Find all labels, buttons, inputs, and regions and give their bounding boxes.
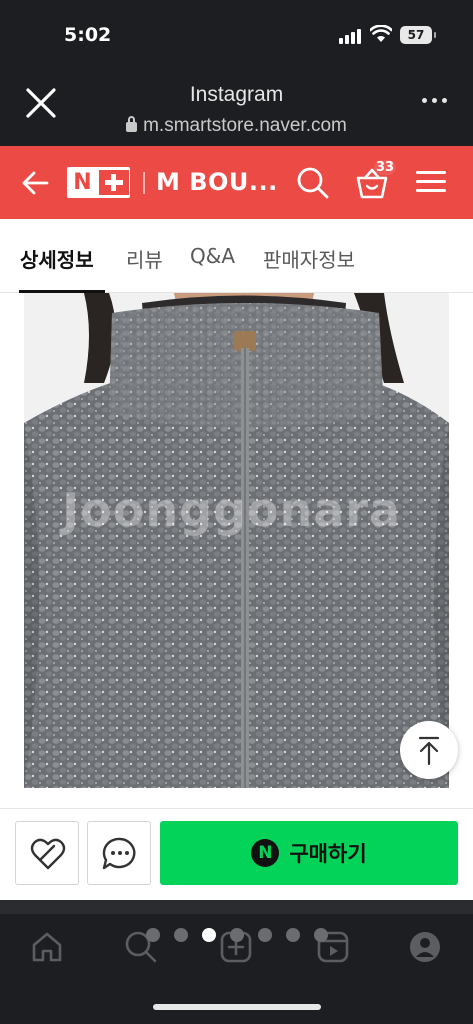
tab-bar: 상세정보 리뷰 Q&A 판매자정보: [0, 219, 473, 293]
home-indicator[interactable]: [153, 1004, 321, 1010]
menu-icon[interactable]: [416, 171, 446, 193]
status-bar: 5:02 57: [0, 0, 473, 70]
tab-details[interactable]: 상세정보: [20, 244, 94, 273]
scroll-top-button[interactable]: [400, 721, 458, 779]
product-image: [24, 293, 449, 788]
plus-icon: [99, 170, 129, 195]
tab-seller-info[interactable]: 판매자정보: [263, 244, 355, 273]
logo-n: N: [73, 170, 92, 195]
browser-url: m.smartstore.naver.com: [0, 115, 473, 137]
carousel-dot[interactable]: [145, 928, 160, 942]
divider: [143, 172, 145, 194]
arrow-up-icon: [418, 736, 440, 766]
wifi-icon: [370, 25, 392, 42]
search-icon[interactable]: [296, 166, 330, 200]
browser-header: Instagram m.smartstore.naver.com: [0, 70, 473, 146]
cart-badge: 33: [374, 160, 397, 175]
tab-qna[interactable]: Q&A: [190, 244, 235, 268]
back-arrow-icon[interactable]: [20, 168, 50, 198]
carousel-dot-active[interactable]: [201, 928, 216, 942]
signal-icon: [339, 28, 363, 44]
wishlist-button[interactable]: [15, 821, 79, 885]
browser-title: Instagram: [189, 83, 284, 106]
carousel-dot[interactable]: [229, 928, 244, 942]
watermark: Joonggonara: [62, 483, 402, 537]
talk-button[interactable]: [87, 821, 151, 885]
naver-pay-icon: N: [251, 839, 280, 867]
battery-icon: 57: [400, 26, 436, 44]
more-icon[interactable]: [422, 98, 447, 103]
carousel-dot[interactable]: [313, 928, 328, 942]
buy-label: 구매하기: [289, 842, 367, 866]
store-header: N M BOU...: [0, 146, 473, 219]
store-name[interactable]: M BOU...: [156, 168, 278, 196]
next-post-peek: [0, 900, 473, 914]
carousel-dot[interactable]: [257, 928, 272, 942]
carousel-dot[interactable]: [285, 928, 300, 942]
url-text: m.smartstore.naver.com: [143, 115, 347, 136]
carousel-dots: [0, 928, 473, 942]
heart-link-icon: [30, 838, 66, 870]
lock-icon: [126, 116, 138, 132]
purchase-action-bar: N 구매하기: [0, 808, 473, 900]
chat-icon: [102, 837, 136, 870]
naver-plus-logo[interactable]: N: [67, 167, 130, 198]
tab-reviews[interactable]: 리뷰: [126, 244, 163, 273]
carousel-dot[interactable]: [173, 928, 188, 942]
status-time: 5:02: [64, 24, 112, 46]
buy-button[interactable]: N 구매하기: [160, 821, 458, 885]
